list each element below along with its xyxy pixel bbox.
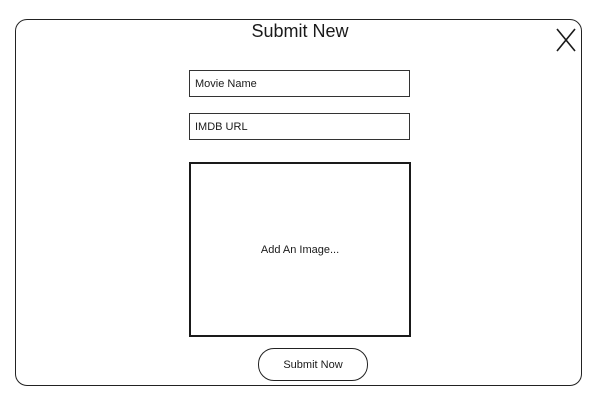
image-dropzone[interactable]: Add An Image...	[189, 162, 411, 337]
movie-name-input[interactable]	[189, 70, 410, 97]
image-dropzone-label: Add An Image...	[260, 243, 340, 256]
imdb-url-input[interactable]	[189, 113, 410, 140]
submit-now-button[interactable]: Submit Now	[258, 348, 368, 381]
close-button[interactable]	[556, 28, 576, 52]
modal-title: Submit New	[251, 21, 349, 41]
close-icon	[556, 28, 576, 52]
